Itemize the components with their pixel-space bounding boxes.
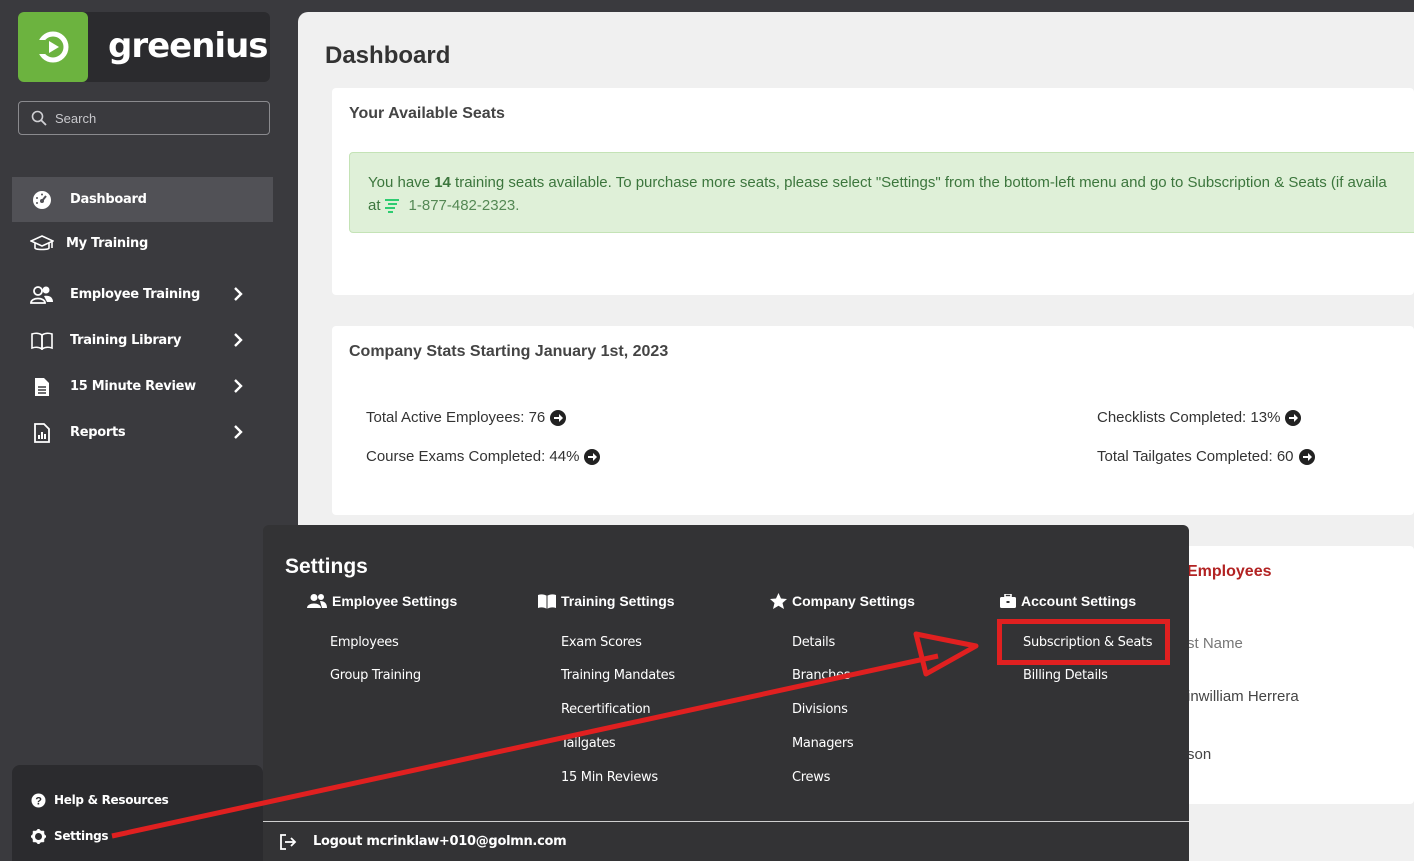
users-icon (307, 593, 327, 609)
page-title: Dashboard (325, 42, 451, 69)
heading-label: Account Settings (1021, 593, 1137, 609)
annotation-highlight-box (997, 619, 1170, 665)
logout-icon (279, 833, 297, 850)
stat-label: Course Exams Completed: 44% (366, 448, 580, 465)
sidebar-item-training-library[interactable]: Training Library (12, 318, 273, 363)
heading-label: Employee Settings (332, 593, 458, 609)
settings-link-branches[interactable]: Branches (792, 668, 851, 683)
stat-label: Total Tailgates Completed: 60 (1097, 448, 1294, 465)
book-icon (30, 329, 54, 353)
stat-checklists-completed[interactable]: Checklists Completed: 13% (1097, 409, 1302, 426)
employee-row-name[interactable]: inwilliam Herrera (1187, 688, 1299, 705)
settings-label: Settings (54, 829, 109, 843)
stat-label: Checklists Completed: 13% (1097, 409, 1281, 426)
sidebar-item-label: Dashboard (70, 192, 147, 207)
help-resources-link[interactable]: ? Help & Resources (30, 792, 169, 808)
search-placeholder: Search (55, 110, 97, 126)
employee-settings-heading: Employee Settings (307, 593, 457, 609)
report-icon (30, 421, 54, 445)
sidebar-item-my-training[interactable]: My Training (12, 221, 273, 266)
chevron-right-icon (233, 332, 243, 352)
settings-link-15-min-reviews[interactable]: 15 Min Reviews (561, 770, 658, 785)
speedometer-icon (30, 188, 54, 212)
logout-button[interactable]: Logout mcrinklaw+010@golmn.com (263, 821, 1189, 861)
sidebar-bottom-panel: ? Help & Resources Settings (12, 765, 263, 861)
document-icon (30, 375, 54, 399)
account-settings-heading: Account Settings (1000, 593, 1136, 609)
training-settings-heading: Training Settings (538, 593, 675, 609)
seats-alert: You have 14 training seats available. To… (349, 152, 1414, 233)
settings-link-details[interactable]: Details (792, 635, 835, 650)
seat-count: 14 (434, 174, 451, 191)
employees-card-title: Employees (1187, 563, 1272, 580)
arrow-circle-right-icon[interactable] (1285, 409, 1302, 426)
heading-label: Training Settings (561, 593, 675, 609)
settings-link-divisions[interactable]: Divisions (792, 702, 848, 717)
settings-title: Settings (285, 555, 368, 578)
star-icon (770, 593, 787, 609)
arrow-circle-right-icon[interactable] (584, 448, 601, 465)
sidebar-item-reports[interactable]: Reports (12, 410, 273, 455)
help-resources-label: Help & Resources (54, 793, 169, 807)
sidebar-item-label: My Training (66, 236, 148, 251)
employees-column-header: st Name (1187, 635, 1243, 652)
logout-label: Logout mcrinklaw+010@golmn.com (313, 834, 567, 849)
stat-label: Total Active Employees: 76 (366, 409, 546, 426)
support-phone-link[interactable]: 1-877-482-2323. (409, 194, 520, 217)
settings-link-employees[interactable]: Employees (330, 635, 399, 650)
chevron-right-icon (233, 378, 243, 398)
briefcase-icon (1000, 594, 1016, 608)
alert-text-pre: You have (368, 174, 435, 191)
users-icon (30, 283, 54, 307)
question-circle-icon: ? (30, 792, 46, 808)
logo-mark-icon (18, 12, 88, 82)
alert-text-post: training seats available. To purchase mo… (450, 174, 1387, 191)
brand-logo[interactable]: greenius (18, 12, 270, 82)
sidebar-item-label: 15 Minute Review (70, 379, 196, 394)
settings-link-crews[interactable]: Crews (792, 770, 830, 785)
arrow-circle-right-icon[interactable] (1298, 448, 1315, 465)
search-icon (31, 110, 47, 126)
stat-total-active-employees[interactable]: Total Active Employees: 76 (366, 409, 567, 426)
phone-format-icon (383, 198, 401, 214)
company-stats-card: Company Stats Starting January 1st, 2023… (332, 326, 1414, 515)
settings-menu: Settings Employee Settings Training Sett… (263, 525, 1189, 861)
open-book-icon (538, 593, 556, 609)
heading-label: Company Settings (792, 593, 915, 609)
settings-link[interactable]: Settings (30, 828, 109, 844)
settings-link-tailgates[interactable]: Tailgates (561, 736, 616, 751)
settings-link-recertification[interactable]: Recertification (561, 702, 651, 717)
chevron-right-icon (233, 424, 243, 444)
sidebar-item-label: Reports (70, 425, 126, 440)
gear-icon (30, 828, 46, 844)
alert-line2-pre: at (368, 197, 381, 214)
graduation-cap-icon (30, 232, 54, 256)
company-stats-title: Company Stats Starting January 1st, 2023 (349, 343, 669, 360)
sidebar-item-employee-training[interactable]: Employee Training (12, 272, 273, 317)
sidebar-item-15-minute-review[interactable]: 15 Minute Review (12, 364, 273, 409)
available-seats-title: Your Available Seats (349, 105, 505, 122)
settings-link-group-training[interactable]: Group Training (330, 668, 421, 683)
sidebar-item-label: Employee Training (70, 287, 201, 302)
sidebar-item-dashboard[interactable]: Dashboard (12, 177, 273, 222)
available-seats-card: Your Available Seats You have 14 trainin… (332, 88, 1414, 295)
search-input[interactable]: Search (18, 101, 270, 135)
settings-link-billing-details[interactable]: Billing Details (1023, 668, 1108, 683)
employee-row-name[interactable]: son (1187, 746, 1211, 763)
stat-total-tailgates-completed[interactable]: Total Tailgates Completed: 60 (1097, 448, 1315, 465)
svg-text:?: ? (35, 795, 42, 807)
brand-name: greenius (108, 26, 269, 66)
sidebar: greenius Search Dashboard My Training Em… (0, 0, 298, 861)
stat-course-exams-completed[interactable]: Course Exams Completed: 44% (366, 448, 601, 465)
chevron-right-icon (233, 286, 243, 306)
sidebar-item-label: Training Library (70, 333, 182, 348)
arrow-circle-right-icon[interactable] (550, 409, 567, 426)
settings-link-training-mandates[interactable]: Training Mandates (561, 668, 675, 683)
settings-link-managers[interactable]: Managers (792, 736, 854, 751)
settings-link-exam-scores[interactable]: Exam Scores (561, 635, 642, 650)
company-settings-heading: Company Settings (770, 593, 915, 609)
